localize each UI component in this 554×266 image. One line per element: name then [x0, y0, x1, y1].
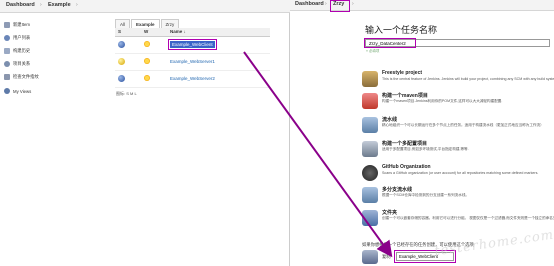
project-relationship-icon	[4, 61, 10, 67]
item-type-description: 适用于多配置项目,例如多环境测试,平台指定构建,等等.	[382, 147, 469, 151]
sidebar-item-label: 用户列表	[13, 35, 31, 40]
sidebar-item-label: 检查文件指纹	[13, 74, 39, 79]
sidebar-item-new-item[interactable]: 新建Item	[4, 21, 30, 29]
item-type-description: 根据一个SCM仓库中检测到的分支创建一系列流水线。	[382, 193, 470, 197]
freestyle-project-icon	[362, 71, 378, 87]
job-link[interactable]: Example_WebServer1	[170, 59, 215, 64]
users-icon	[4, 35, 10, 41]
multibranch-pipeline-icon	[362, 187, 378, 203]
item-type-freestyle[interactable]: Freestyle project This is the central fe…	[360, 69, 554, 91]
breadcrumb-dashboard[interactable]: Dashboard	[6, 2, 35, 8]
pipeline-icon	[362, 117, 378, 133]
highlight-box	[364, 38, 416, 48]
build-history-icon	[4, 48, 10, 54]
item-type-name: 多分支流水线	[382, 187, 413, 193]
highlight-box	[330, 0, 350, 12]
breadcrumb-example[interactable]: Example	[48, 2, 71, 8]
item-type-name: GitHub Organization	[382, 164, 431, 170]
left-panel: Dashboard › Example › 新建Item 用户列表 构建历史 项…	[0, 0, 290, 266]
item-type-description: This is the central feature of Jenkins. …	[382, 77, 554, 81]
copy-from-label: 复制	[382, 254, 391, 259]
item-type-folder[interactable]: 文件夹 创建一个可以嵌套存储的容器。利用它可以进行分组。 视图仅仅是一个过滤器,…	[360, 208, 554, 230]
table-header-row: S W Name ↓	[115, 28, 270, 37]
breadcrumb-separator: ›	[352, 1, 354, 7]
fingerprint-icon	[4, 74, 10, 80]
view-tabs: All Example Zrzy	[115, 19, 180, 28]
column-header-status[interactable]: S	[115, 28, 141, 37]
job-link[interactable]: Example_WebServer2	[170, 76, 215, 81]
item-type-name: 构建一个多配置项目	[382, 141, 428, 147]
sidebar-item-users[interactable]: 用户列表	[4, 34, 30, 42]
status-ball-icon	[118, 40, 125, 48]
item-type-description: Scans a GitHub organization (or user acc…	[382, 171, 539, 175]
table-row: Example_WebClient	[115, 36, 270, 54]
sunny-weather-icon	[144, 41, 150, 47]
sidebar-item-label: 新建Item	[13, 22, 30, 27]
sunny-weather-icon	[144, 75, 150, 81]
item-type-description: 构建一个maven项目.Jenkins利用你的POM文件,这样可以大大减轻构建配…	[382, 99, 503, 103]
column-header-name[interactable]: Name ↓	[167, 28, 270, 37]
job-link[interactable]: Example_WebClient	[168, 39, 217, 50]
sidebar-item-label: My Views	[13, 88, 32, 94]
item-type-name: Freestyle project	[382, 70, 423, 76]
table-row: Example_WebServer1	[115, 53, 270, 71]
item-type-description: 精心地组织一个可以长期运行在多个节点上的任务。适用于构建流水线（更加正式地应当称…	[382, 123, 544, 127]
my-views-icon	[4, 88, 10, 94]
item-type-name: 文件夹	[382, 210, 398, 216]
item-type-github-organization[interactable]: GitHub Organization Scans a GitHub organ…	[360, 163, 554, 185]
sidebar-item-label: 项目关系	[13, 61, 31, 66]
item-type-multibranch-pipeline[interactable]: 多分支流水线 根据一个SCM仓库中检测到的分支创建一系列流水线。	[360, 185, 554, 207]
icon-size-selector[interactable]: 图标: S M L	[116, 91, 137, 97]
sidebar-item-project-relationship[interactable]: 项目关系	[4, 60, 30, 68]
breadcrumb-separator: ›	[40, 2, 42, 8]
breadcrumb-dashboard[interactable]: Dashboard	[295, 1, 324, 7]
item-type-multi-config[interactable]: 构建一个多配置项目 适用于多配置项目,例如多环境测试,平台指定构建,等等.	[360, 139, 554, 161]
table-row: Example_WebServer2	[115, 70, 270, 88]
breadcrumb-separator: ›	[325, 1, 327, 7]
item-type-description: 创建一个可以嵌套存储的容器。利用它可以进行分组。 视图仅仅是一个过滤器,而文件夹…	[382, 216, 554, 220]
folder-icon	[362, 210, 378, 226]
column-header-weather[interactable]: W	[141, 28, 167, 37]
required-note: » 必填项	[366, 49, 380, 53]
sunny-weather-icon	[144, 58, 150, 64]
new-item-icon	[4, 22, 10, 28]
page-title: 输入一个任务名称	[365, 25, 438, 35]
copy-item-icon	[362, 250, 378, 264]
tab-zrzy[interactable]: Zrzy	[160, 19, 180, 28]
sidebar-item-my-views[interactable]: My Views	[4, 87, 31, 95]
item-type-name: 构建一个maven项目	[382, 93, 428, 99]
status-ball-icon	[118, 57, 125, 65]
sidebar-item-fingerprint[interactable]: 检查文件指纹	[4, 73, 39, 81]
item-type-name: 流水线	[382, 117, 398, 123]
multi-config-project-icon	[362, 141, 378, 157]
sidebar-item-build-history[interactable]: 构建历史	[4, 47, 30, 55]
status-ball-icon	[118, 74, 125, 82]
sidebar-item-label: 构建历史	[13, 48, 31, 53]
breadcrumb: Dashboard › Example ›	[0, 0, 290, 13]
maven-project-icon	[362, 93, 378, 109]
github-organization-icon	[362, 165, 378, 181]
job-table: S W Name ↓ Example_WebClient Example_Web…	[115, 28, 270, 88]
breadcrumb-separator: ›	[76, 2, 78, 8]
tab-example[interactable]: Example	[131, 19, 160, 28]
item-type-pipeline[interactable]: 流水线 精心地组织一个可以长期运行在多个节点上的任务。适用于构建流水线（更加正式…	[360, 115, 554, 137]
item-type-maven[interactable]: 构建一个maven项目 构建一个maven项目.Jenkins利用你的POM文件…	[360, 91, 554, 113]
tab-all[interactable]: All	[115, 19, 131, 28]
right-panel: Dashboard › Zrzy › 输入一个任务名称 » 必填项 Freest…	[290, 0, 554, 266]
